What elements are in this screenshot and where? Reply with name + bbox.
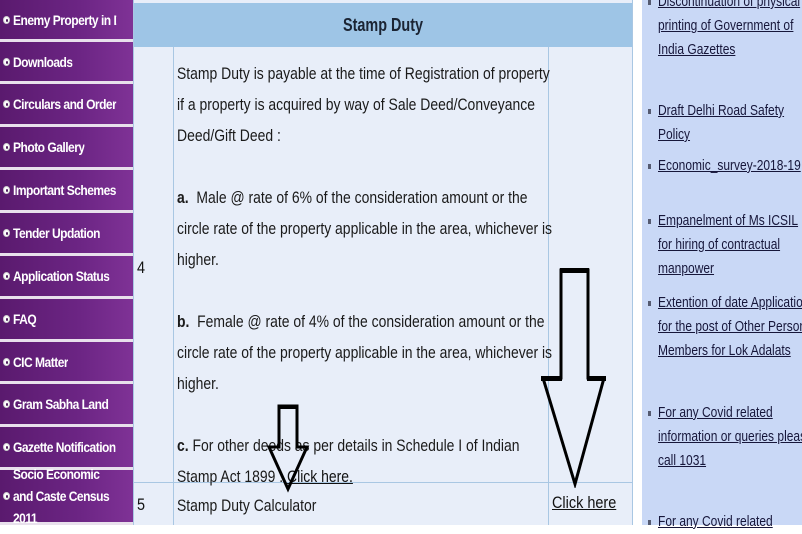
news-item: Discontinuation of physical printing of … [648,0,802,62]
sidebar-item-faq[interactable]: FAQ [0,299,133,339]
row-number: 4 [137,258,146,277]
news-item: Economic_survey-2018-19 [648,154,802,178]
sidebar-item-important-schemes[interactable]: Important Schemes [0,170,133,210]
bullet-icon [3,143,10,151]
bullet-icon [648,0,651,5]
bullet-icon [3,315,10,323]
news-item: Draft Delhi Road Safety Policy [648,99,802,147]
news-link[interactable]: For any Covid related [658,510,802,534]
bullet-icon [648,301,651,306]
bullet-icon [648,109,651,114]
news-link[interactable]: Discontinuation of physical printing of … [658,0,802,62]
row-number: 5 [137,495,146,514]
bullet-icon [3,443,10,451]
news-item: Empanelment of Ms ICSIL for hiring of co… [648,209,802,281]
sidebar-item-socio-economic-census[interactable]: Socio Economic and Caste Census 2011 [0,466,133,526]
sidebar-item-application-status[interactable]: Application Status [0,256,133,296]
section-header: Stamp Duty [133,3,633,47]
sidebar-item-cic-matter[interactable]: CIC Matter [0,342,133,381]
row-content: Stamp Duty is payable at the time of Reg… [177,58,557,492]
list-item: b. Female @ rate of 4% of the considerat… [177,312,553,393]
news-link[interactable]: Empanelment of Ms ICSIL for hiring of co… [658,209,802,281]
news-link[interactable]: Economic_survey-2018-19 [658,154,802,178]
row-description: Stamp Duty Calculator [177,496,317,515]
news-item: For any Covid related [648,510,802,534]
bullet-icon [3,229,10,237]
sidebar-item-enemy-property[interactable]: Enemy Property in Delhi [0,0,133,39]
news-item: Extention of date Application for the po… [648,291,802,363]
bullet-icon [648,164,651,169]
column-divider [173,47,174,525]
down-arrow-icon [266,404,310,493]
bullet-icon [3,357,10,366]
table-border [133,0,134,525]
bullet-icon [3,492,10,500]
bullet-icon [648,219,651,224]
sidebar-nav: Enemy Property in Delhi Downloads Circul… [0,0,133,526]
news-item: For any Covid related information or que… [648,401,802,473]
news-link[interactable]: Draft Delhi Road Safety Policy [658,99,802,147]
bullet-icon [3,100,10,108]
list-item: c. For other deeds as per details in Sch… [177,436,520,486]
bullet-icon [3,400,10,408]
news-link[interactable]: Extention of date Application for the po… [658,291,802,363]
sidebar-item-gram-sabha-land[interactable]: Gram Sabha Land [0,384,133,424]
bullet-icon [648,411,651,416]
sidebar-item-gazette-notification[interactable]: Gazette Notification [0,427,133,467]
bullet-icon [3,57,10,66]
sidebar-item-tender-updation[interactable]: Tender Updation [0,213,133,253]
bullet-icon [3,186,10,194]
section-title: Stamp Duty [342,14,423,35]
stamp-duty-calculator-link[interactable]: Click here [552,493,616,513]
row-intro: Stamp Duty is payable at the time of Reg… [177,64,550,145]
news-panel: Discontinuation of physical printing of … [633,0,802,530]
bullet-icon [3,15,10,24]
stamp-duty-table: Stamp Duty 4 Stamp Duty is payable at th… [133,0,633,525]
news-link[interactable]: For any Covid related information or que… [658,401,802,473]
list-item: a. Male @ rate of 6% of the consideratio… [177,188,553,269]
sidebar-item-photo-gallery[interactable]: Photo Gallery [0,127,133,167]
bullet-icon [3,272,10,280]
sidebar-item-downloads[interactable]: Downloads [0,42,133,81]
down-arrow-icon [540,268,606,488]
bullet-icon [648,520,651,525]
sidebar-item-circulars-orders[interactable]: Circulars and Orders [0,84,133,124]
